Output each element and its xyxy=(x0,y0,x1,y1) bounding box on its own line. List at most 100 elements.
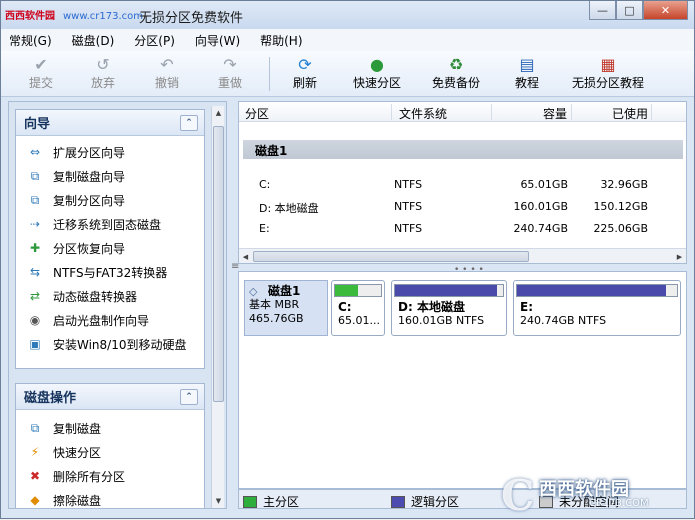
tutorial-button[interactable]: ▤ 教程 xyxy=(515,54,539,91)
extend-icon: ⇔ xyxy=(29,145,41,159)
cell-filesystem: NTFS xyxy=(394,200,423,213)
wizard-item-label: 迁移系统到固态磁盘 xyxy=(53,217,162,232)
partition-list: 分区 文件系统 容量 已使用 磁盘1 C: NTFS 65.01GB 32.96… xyxy=(238,101,687,264)
cell-capacity: 65.01GB xyxy=(520,178,568,191)
wizard-item-label: 复制分区向导 xyxy=(53,193,126,208)
wizard-item-win-to-go[interactable]: ▣ 安装Win8/10到移动硬盘 xyxy=(16,332,204,356)
partition-block-e[interactable]: E: 240.74GB NTFS xyxy=(513,280,681,336)
usage-fill xyxy=(335,285,359,296)
usb-drive-icon: ▣ xyxy=(29,337,41,351)
cell-partition: E: xyxy=(259,222,270,235)
quick-partition-button[interactable]: ● 快速分区 xyxy=(353,54,401,91)
commit-button[interactable]: ✔ 提交 xyxy=(29,54,53,91)
wizard-item-migrate-ssd[interactable]: ⇢ 迁移系统到固态磁盘 xyxy=(16,212,204,236)
wizard-panel-header: 向导 ⌃ xyxy=(16,110,204,136)
checkmark-icon: ✔ xyxy=(34,54,48,74)
wizard-item-dynamic-disk[interactable]: ⇄ 动态磁盘转换器 xyxy=(16,284,204,308)
right-pane: 分区 文件系统 容量 已使用 磁盘1 C: NTFS 65.01GB 32.96… xyxy=(238,101,687,509)
logo-mark: C xyxy=(501,471,535,520)
left-pane-scroll-thumb[interactable] xyxy=(213,126,224,402)
menu-partition[interactable]: 分区(P) xyxy=(134,32,175,49)
free-backup-button[interactable]: ♻ 免费备份 xyxy=(432,54,480,91)
copy-partition-icon: ⧉ xyxy=(30,192,40,207)
collapse-wizard-button[interactable]: ⌃ xyxy=(180,114,198,131)
copy-disk-icon: ⧉ xyxy=(30,168,40,183)
col-partition[interactable]: 分区 xyxy=(245,105,269,122)
table-row[interactable]: C: NTFS 65.01GB 32.96GB xyxy=(239,174,686,196)
disk-group-row[interactable]: 磁盘1 xyxy=(243,140,683,159)
wizard-item-copy-partition[interactable]: ⧉ 复制分区向导 xyxy=(16,188,204,212)
cell-partition: D: 本地磁盘 xyxy=(259,202,319,215)
collapse-disk-ops-button[interactable]: ⌃ xyxy=(180,388,198,405)
wizard-item-boot-cd[interactable]: ◉ 启动光盘制作向导 xyxy=(16,308,204,332)
wizard-panel: 向导 ⌃ ⇔ 扩展分区向导 ⧉ 复制磁盘向导 ⧉ 复制分区向导 ⇢ 迁移系统到固态磁盘 … xyxy=(15,109,205,369)
scroll-left-icon[interactable]: ◀ xyxy=(239,249,252,263)
column-divider[interactable] xyxy=(491,104,492,120)
close-button[interactable]: ✕ xyxy=(643,1,688,20)
cell-capacity: 240.74GB xyxy=(513,222,568,235)
watermark-logo: C 西西软件园 CR173.COM xyxy=(501,471,691,520)
disk-op-delete-all[interactable]: ✖ 删除所有分区 xyxy=(16,464,204,488)
scroll-up-icon[interactable]: ▲ xyxy=(212,106,225,120)
scroll-down-icon[interactable]: ▼ xyxy=(212,494,225,508)
wizard-item-label: 扩展分区向导 xyxy=(53,145,126,160)
minimize-button[interactable]: — xyxy=(589,1,616,20)
menu-help[interactable]: 帮助(H) xyxy=(260,32,302,49)
window-title: 无损分区免费软件 xyxy=(139,11,244,26)
legend-logical-label: 逻辑分区 xyxy=(411,495,460,509)
partition-block-d[interactable]: D: 本地磁盘 160.01GB NTFS xyxy=(391,280,507,336)
col-filesystem[interactable]: 文件系统 xyxy=(399,105,447,122)
disk-ops-panel-header: 磁盘操作 ⌃ xyxy=(16,384,204,410)
redo-button[interactable]: ↷ 重做 xyxy=(218,54,242,91)
col-capacity[interactable]: 容量 xyxy=(543,105,567,122)
scroll-right-icon[interactable]: ▶ xyxy=(673,249,686,263)
redo-label: 重做 xyxy=(218,76,243,90)
wizard-item-label: 安装Win8/10到移动硬盘 xyxy=(53,337,187,352)
table-row[interactable]: E: NTFS 240.74GB 225.06GB xyxy=(239,218,686,240)
primary-swatch xyxy=(243,495,257,508)
maximize-button[interactable]: □ xyxy=(616,1,643,20)
menu-general[interactable]: 常规(G) xyxy=(9,32,52,49)
recover-icon: ✚ xyxy=(29,241,41,255)
column-divider[interactable] xyxy=(391,104,392,120)
refresh-icon: ⟳ xyxy=(298,54,312,74)
disk-card-title: ◇ 磁盘1 xyxy=(249,284,323,298)
usage-bar xyxy=(516,284,678,297)
disk-size: 465.76GB xyxy=(249,312,304,325)
disk-op-wipe[interactable]: ◆ 擦除磁盘 xyxy=(16,488,204,508)
column-divider[interactable] xyxy=(571,104,572,120)
disk-op-label: 复制磁盘 xyxy=(53,421,102,436)
wizard-item-recover[interactable]: ✚ 分区恢复向导 xyxy=(16,236,204,260)
wizard-item-extend[interactable]: ⇔ 扩展分区向导 xyxy=(16,140,204,164)
wizard-item-copy-disk[interactable]: ⧉ 复制磁盘向导 xyxy=(16,164,204,188)
partition-list-scroll-thumb[interactable] xyxy=(253,251,529,262)
title-watermark-site: 西西软件园 xyxy=(5,11,55,22)
discard-button[interactable]: ↺ 放弃 xyxy=(91,54,115,91)
lossless-tutorial-button[interactable]: ▦ 无损分区教程 xyxy=(572,54,644,91)
partition-list-hscrollbar[interactable]: ◀ ▶ xyxy=(239,248,686,263)
col-used[interactable]: 已使用 xyxy=(612,105,648,122)
disk-op-quick-partition[interactable]: ⚡ 快速分区 xyxy=(16,440,204,464)
dynamic-disk-icon: ⇄ xyxy=(29,289,41,303)
book-icon: ▤ xyxy=(519,54,535,74)
partition-name: C: xyxy=(338,300,352,314)
undo-button[interactable]: ↶ 撤销 xyxy=(155,54,179,91)
refresh-button[interactable]: ⟳ 刷新 xyxy=(293,54,317,91)
menu-wizard[interactable]: 向导(W) xyxy=(195,32,240,49)
undo-label: 撤销 xyxy=(155,76,180,90)
table-row[interactable]: D: 本地磁盘 NTFS 160.01GB 150.12GB xyxy=(239,196,686,218)
partition-block-c[interactable]: C: 65.01... xyxy=(331,280,385,336)
logical-swatch xyxy=(391,495,405,508)
left-pane-scrollbar[interactable]: ▲ ▼ xyxy=(211,106,224,508)
legend-primary: 主分区 xyxy=(243,493,299,510)
lossless-tutorial-label: 无损分区教程 xyxy=(572,76,645,90)
column-divider[interactable] xyxy=(651,104,652,120)
wizard-item-ntfs-fat32[interactable]: ⇆ NTFS与FAT32转换器 xyxy=(16,260,204,284)
convert-icon: ⇆ xyxy=(29,265,41,279)
disk-op-copy[interactable]: ⧉ 复制磁盘 xyxy=(16,416,204,440)
legend-primary-label: 主分区 xyxy=(263,495,300,509)
wipe-icon: ◆ xyxy=(30,493,40,507)
menu-disk[interactable]: 磁盘(D) xyxy=(72,32,115,49)
disk-card[interactable]: ◇ 磁盘1 基本 MBR 465.76GB xyxy=(244,280,328,336)
cell-capacity: 160.01GB xyxy=(513,200,568,213)
